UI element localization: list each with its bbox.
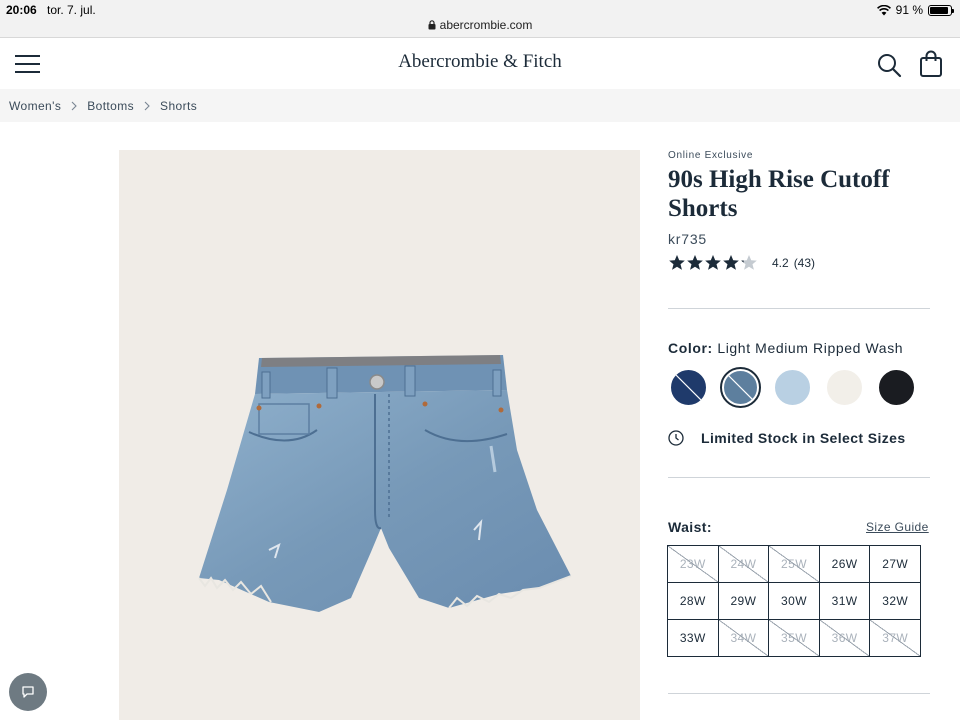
size-option-27w[interactable]: 27W [870,546,921,583]
battery-icon [928,4,954,16]
divider [668,693,930,694]
status-indicators: 91 % [876,3,954,17]
product-details: Online Exclusive 90s High Rise Cutoff Sh… [668,150,930,271]
status-time: 20:06 [6,3,37,17]
brand-logo: Abercrombie & Fitch [398,51,562,72]
battery-level [930,6,949,14]
size-option-35w[interactable]: 35W [769,620,820,657]
divider [668,477,930,478]
size-option-33w[interactable]: 33W [668,620,719,657]
stock-notice: Limited Stock in Select Sizes [668,430,906,446]
size-option-29w[interactable]: 29W [718,583,770,620]
breadcrumb-link-shorts[interactable]: Shorts [160,99,197,113]
denim-shorts-image [198,355,572,612]
size-option-25w[interactable]: 25W [769,546,820,583]
rating-value: 4.2 [772,255,789,270]
star-icon [687,255,703,270]
size-option-37w[interactable]: 37W [870,620,921,657]
color-swatch[interactable] [824,367,865,408]
color-swatch[interactable] [668,367,709,408]
size-option-36w[interactable]: 36W [819,620,871,657]
star-icon [741,255,757,270]
swatch-fill [723,370,758,405]
size-option-26w[interactable]: 26W [819,546,871,583]
battery-percent: 91 % [895,3,923,17]
chat-bubble-icon[interactable] [9,673,47,711]
color-swatch[interactable] [772,367,813,408]
product-image[interactable] [119,150,640,720]
color-swatch[interactable] [720,367,761,408]
chevron-right-icon [144,101,150,110]
site-header: Abercrombie & Fitch [0,38,960,89]
waist-label: Waist: [668,519,712,535]
size-option-31w[interactable]: 31W [819,583,871,620]
size-option-28w[interactable]: 28W [668,583,719,620]
shopping-bag-icon[interactable] [918,50,944,78]
product-price: kr735 [668,231,708,247]
search-icon[interactable] [876,52,902,78]
breadcrumb: Women's Bottoms Shorts [0,89,960,122]
color-label-key: Color: [668,340,713,356]
url-text: abercrombie.com [439,18,533,32]
review-count: (43) [793,255,816,270]
swatch-fill [878,369,915,406]
product-title: 90s High Rise Cutoff Shorts [668,166,890,222]
star-rating [668,254,758,271]
swatch-fill [670,369,707,406]
swatch-fill [826,369,863,406]
size-guide-link[interactable]: Size Guide [866,520,929,534]
swatch-fill [774,369,811,406]
online-exclusive-badge: Online Exclusive [668,150,754,161]
star-icon [705,255,721,270]
divider [668,308,930,309]
breadcrumb-link-womens[interactable]: Women's [9,99,61,113]
chevron-right-icon [71,101,77,110]
color-name: Light Medium Ripped Wash [717,340,904,356]
size-option-30w[interactable]: 30W [769,583,820,620]
status-date: tor. 7. jul. [47,3,96,17]
size-option-24w[interactable]: 24W [718,546,770,583]
wifi-icon [876,4,891,15]
chat-glyph [22,686,34,698]
color-label: Color: Light Medium Ripped Wash [668,340,903,356]
waist-size-grid: 23W 24W 25W 26W 27W 28W 29W 30W 31W 32W 33W 34W 35W 3… [667,545,921,657]
hamburger-menu-icon[interactable] [15,55,40,75]
lock-icon [428,20,436,30]
color-swatches [668,367,917,408]
clock-icon [668,430,684,446]
size-option-32w[interactable]: 32W [870,583,921,620]
unavailable-slash [672,371,706,405]
size-option-34w[interactable]: 34W [718,620,770,657]
star-icon [723,255,739,270]
breadcrumb-link-bottoms[interactable]: Bottoms [87,99,134,113]
unavailable-slash [725,372,757,404]
product-rating[interactable]: 4.2 (43) [668,254,930,271]
color-swatch[interactable] [876,367,917,408]
size-option-23w[interactable]: 23W [668,546,719,583]
stock-message: Limited Stock in Select Sizes [701,430,906,446]
address-bar[interactable]: abercrombie.com [0,18,960,32]
browser-status-bar: 20:06 tor. 7. jul. abercrombie.com 91 % [0,0,960,38]
star-icon [669,255,685,270]
